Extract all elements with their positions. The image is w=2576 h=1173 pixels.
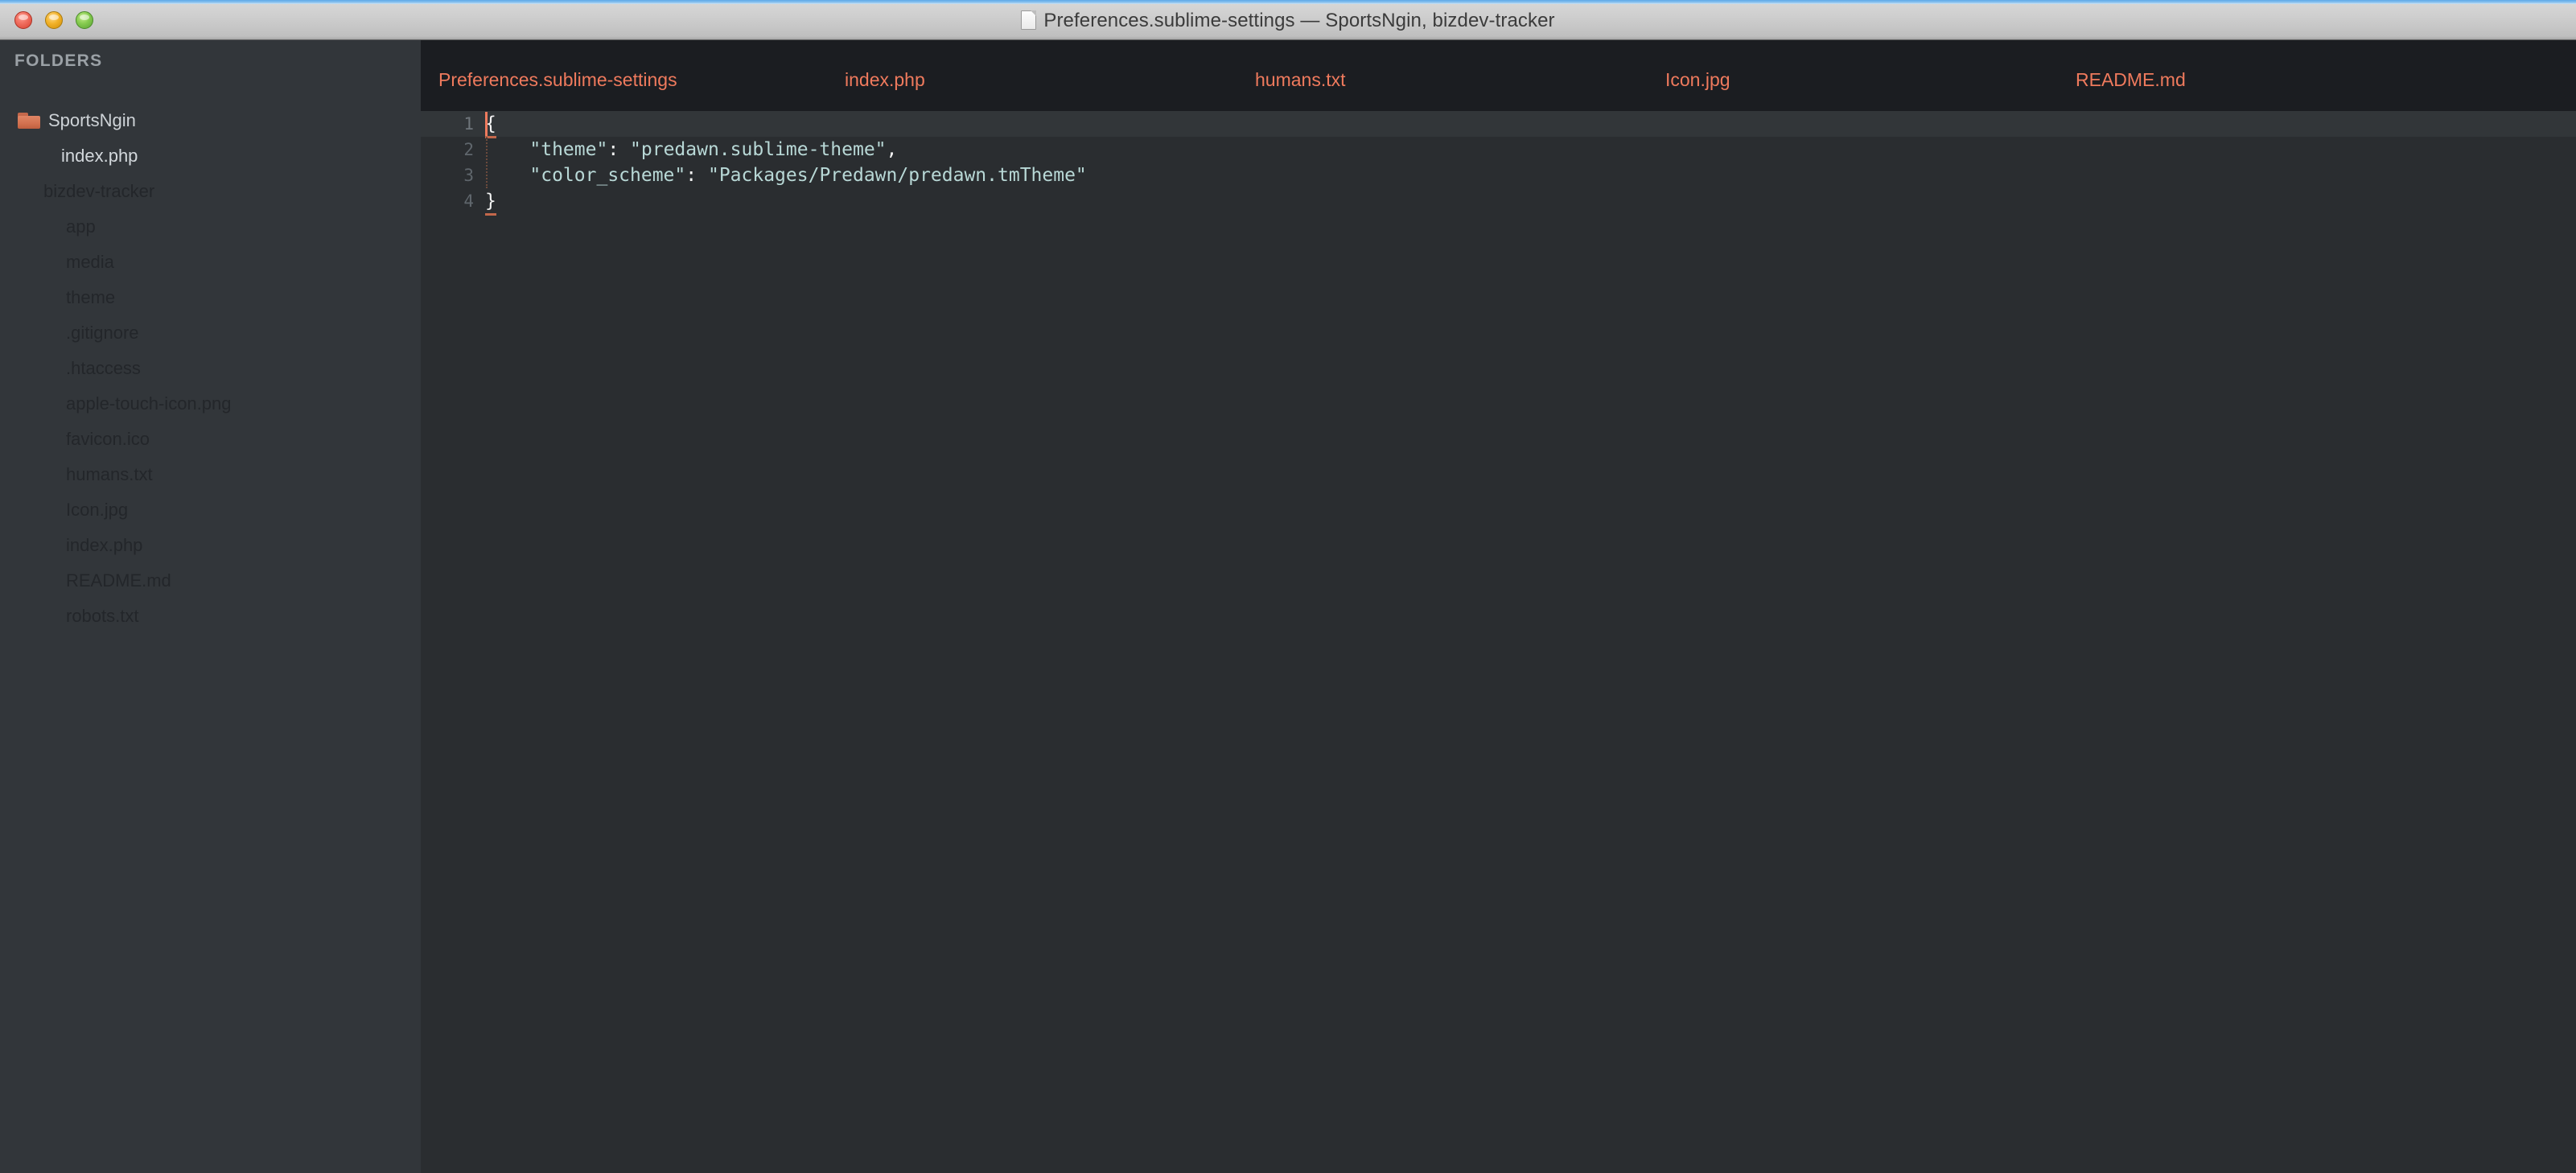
tree-item-apple-touch-icon-png[interactable]: apple-touch-icon.png [0, 386, 421, 422]
tree-item-readme-md[interactable]: README.md [0, 563, 421, 599]
tree-item-media[interactable]: media [0, 245, 421, 280]
text-cursor [485, 112, 488, 136]
tab-humans-txt[interactable]: humans.txt [1237, 40, 1599, 111]
line-number: 2 [463, 140, 474, 159]
tree-item-label: Icon.jpg [66, 500, 129, 520]
tree-item-theme[interactable]: theme [0, 280, 421, 315]
tree-item-label: media [66, 252, 114, 272]
sidebar-heading-folders: FOLDERS [14, 51, 103, 70]
tab-label: README.md [2076, 69, 2186, 90]
line-number: 3 [463, 166, 474, 185]
line-number: 4 [463, 191, 474, 211]
sidebar: FOLDERS SportsNgin index.php bizdev-tracke… [0, 40, 421, 1173]
tree-item-label: .htaccess [66, 358, 141, 378]
tree-item-htaccess[interactable]: .htaccess [0, 351, 421, 386]
window-titlebar: Preferences.sublime-settings — SportsNgi… [0, 0, 2576, 40]
tree-item-label: .gitignore [66, 323, 139, 343]
tab-label: Icon.jpg [1665, 69, 1730, 90]
tab-label: Preferences.sublime-settings [438, 69, 677, 90]
tree-item-label: apple-touch-icon.png [66, 393, 232, 414]
code-line[interactable]: { [485, 111, 2576, 188]
tree-item-app[interactable]: app [0, 209, 421, 245]
window-title: Preferences.sublime-settings — SportsNgi… [0, 0, 2576, 40]
line-number: 1 [421, 111, 485, 137]
code-line[interactable]: "theme": "predawn.sublime-theme", [485, 137, 2576, 163]
tree-item-label: theme [66, 287, 116, 307]
tree-item-label: favicon.ico [66, 429, 150, 449]
tree-item-label: bizdev-tracker [43, 181, 155, 201]
tree-item-bizdev-tracker[interactable]: bizdev-tracker [0, 174, 421, 209]
tab-index-php[interactable]: index.php [827, 40, 1189, 111]
tree-item-label: index.php [61, 146, 138, 166]
code-content[interactable]: { "theme": "predawn.sublime-theme", "col… [485, 111, 2576, 1173]
bracket-close: } [485, 190, 496, 216]
tab-preferences-sublime-settings[interactable]: Preferences.sublime-settings [421, 40, 827, 111]
tree-item-sportsngin[interactable]: SportsNgin [0, 103, 421, 138]
editor-area: Preferences.sublime-settings index.php hum… [421, 40, 2576, 1173]
document-icon [1021, 10, 1037, 30]
tree-item-favicon-ico[interactable]: favicon.ico [0, 422, 421, 457]
tree-item-label: robots.txt [66, 606, 139, 626]
tree-item-robots-txt[interactable]: robots.txt [0, 599, 421, 634]
tree-item-label: humans.txt [66, 464, 153, 484]
tree-item-index-php[interactable]: index.php [0, 138, 421, 174]
tree-item-icon-jpg[interactable]: Icon.jpg [0, 492, 421, 528]
tab-readme-md[interactable]: README.md [2058, 40, 2420, 111]
window-title-text: Preferences.sublime-settings — SportsNgi… [1043, 10, 1555, 31]
sublime-text-window: Preferences.sublime-settings — SportsNgi… [0, 0, 2576, 1173]
tree-item-humans-txt[interactable]: humans.txt [0, 457, 421, 492]
tree-item-index-php[interactable]: index.php [0, 528, 421, 563]
tab-icon-jpg[interactable]: Icon.jpg [1648, 40, 2010, 111]
folder-tree: SportsNgin index.php bizdev-tracker app medi… [0, 103, 421, 634]
tree-item-gitignore[interactable]: .gitignore [0, 315, 421, 351]
folder-icon [18, 113, 40, 129]
tab-bar: Preferences.sublime-settings index.php hum… [421, 40, 2576, 111]
line-number-gutter: 1 2 3 4 [421, 111, 485, 1173]
code-line[interactable]: } [485, 188, 2576, 216]
tab-label: index.php [845, 69, 925, 90]
tree-item-label: SportsNgin [48, 110, 136, 130]
tree-item-label: app [66, 216, 96, 237]
code-editor[interactable]: 1 2 3 4 { "theme": "predawn.sublime-theme",… [421, 111, 2576, 1173]
tab-label: humans.txt [1255, 69, 1346, 90]
code-line[interactable]: "color_scheme": "Packages/Predawn/predaw… [485, 163, 2576, 188]
tree-item-label: README.md [66, 570, 171, 591]
tree-item-label: index.php [66, 535, 143, 555]
